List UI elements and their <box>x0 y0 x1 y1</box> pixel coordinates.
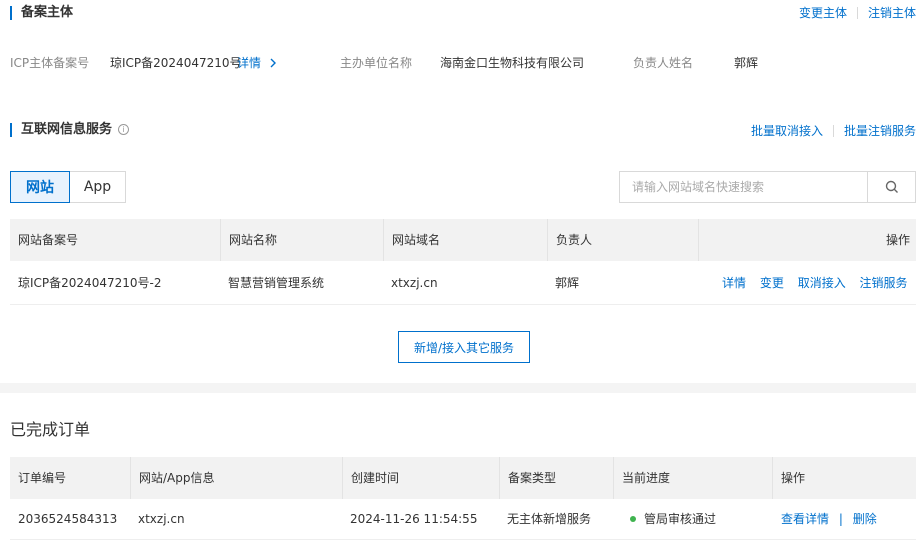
order-detail-link[interactable]: 查看详情 <box>781 512 829 526</box>
org-label: 主办单位名称 <box>340 56 413 70</box>
section-divider <box>0 383 916 393</box>
divider <box>832 124 834 137</box>
order-delete-link[interactable]: 删除 <box>853 512 877 526</box>
order-id: 2036524584313 <box>18 512 118 526</box>
divider <box>856 6 858 19</box>
chevron-right-icon <box>270 58 276 68</box>
table-row: 琼ICP备2024047210号-2 智慧营销管理系统 xtxzj.cn 郭辉 … <box>10 261 916 305</box>
order-created: 2024-11-26 11:54:55 <box>350 512 478 526</box>
col-type: 备案类型 <box>499 457 613 499</box>
beian-title: 备案主体 <box>10 6 73 20</box>
row-unlink-link[interactable]: 取消接入 <box>798 276 846 290</box>
beian-actions: 变更主体 注销主体 <box>799 4 916 21</box>
org-value: 海南金口生物科技有限公司 <box>440 56 585 70</box>
services-table: 网站备案号 网站名称 网站域名 负责人 操作 琼ICP备2024047210号-… <box>10 219 916 305</box>
search-icon <box>885 180 898 193</box>
row-name: 智慧营销管理系统 <box>228 276 325 290</box>
person-value: 郭辉 <box>734 56 759 70</box>
domain-search <box>619 171 916 203</box>
orders-table: 订单编号 网站/App信息 创建时间 备案类型 当前进度 操作 20365245… <box>10 457 916 540</box>
col-person: 负责人 <box>547 219 698 261</box>
cancel-subject-link[interactable]: 注销主体 <box>868 4 916 21</box>
col-order-actions: 操作 <box>772 457 916 499</box>
batch-cancel-link[interactable]: 批量注销服务 <box>844 122 916 139</box>
col-created: 创建时间 <box>342 457 499 499</box>
services-title-text: 互联网信息服务 <box>21 122 113 137</box>
table-header: 网站备案号 网站名称 网站域名 负责人 操作 <box>10 219 916 261</box>
row-person: 郭辉 <box>555 276 580 290</box>
col-actions: 操作 <box>698 219 916 261</box>
tab-website[interactable]: 网站 <box>10 171 70 203</box>
row-detail-link[interactable]: 详情 <box>722 276 746 290</box>
order-info: xtxzj.cn <box>138 512 185 526</box>
change-subject-link[interactable]: 变更主体 <box>799 4 847 21</box>
domain-search-input[interactable] <box>620 172 867 202</box>
services-actions: 批量取消接入 批量注销服务 <box>751 122 916 139</box>
col-record: 网站备案号 <box>18 233 79 247</box>
orders-title: 已完成订单 <box>10 420 91 439</box>
table-header: 订单编号 网站/App信息 创建时间 备案类型 当前进度 操作 <box>10 457 916 499</box>
col-name: 网站名称 <box>220 219 383 261</box>
order-status-text: 管局审核通过 <box>644 512 717 526</box>
add-service-button[interactable]: 新增/接入其它服务 <box>398 331 530 363</box>
tab-app[interactable]: App <box>70 171 126 203</box>
icp-detail-link[interactable]: 详情 <box>237 54 277 71</box>
order-status: 管局审核通过 <box>622 499 716 540</box>
col-domain: 网站域名 <box>383 219 547 261</box>
row-actions: 详情 变更 取消接入 注销服务 <box>714 261 908 305</box>
icp-label: ICP主体备案号 <box>10 56 90 70</box>
info-icon[interactable]: i <box>118 124 130 135</box>
batch-unlink-link[interactable]: 批量取消接入 <box>751 122 823 139</box>
beian-info-row: ICP主体备案号 琼ICP备2024047210号 详情 主办单位名称 海南金口… <box>10 54 916 70</box>
detail-link-label[interactable]: 详情 <box>237 56 261 70</box>
order-actions: 查看详情 | 删除 <box>773 499 877 540</box>
row-domain: xtxzj.cn <box>391 276 438 290</box>
row-change-link[interactable]: 变更 <box>760 276 784 290</box>
col-info: 网站/App信息 <box>130 457 342 499</box>
status-dot <box>630 516 636 522</box>
row-record: 琼ICP备2024047210号-2 <box>18 276 162 290</box>
table-row: 2036524584313 xtxzj.cn 2024-11-26 11:54:… <box>10 499 916 540</box>
col-status: 当前进度 <box>613 457 772 499</box>
divider: | <box>838 512 843 526</box>
row-cancel-service-link[interactable]: 注销服务 <box>860 276 908 290</box>
col-order-id: 订单编号 <box>18 471 67 485</box>
service-tabs: 网站 App <box>10 171 126 203</box>
services-title: 互联网信息服务 i <box>10 122 130 137</box>
order-type: 无主体新增服务 <box>507 512 592 526</box>
search-button[interactable] <box>867 172 915 202</box>
icp-value: 琼ICP备2024047210号 <box>110 56 242 70</box>
person-label: 负责人姓名 <box>633 56 694 70</box>
